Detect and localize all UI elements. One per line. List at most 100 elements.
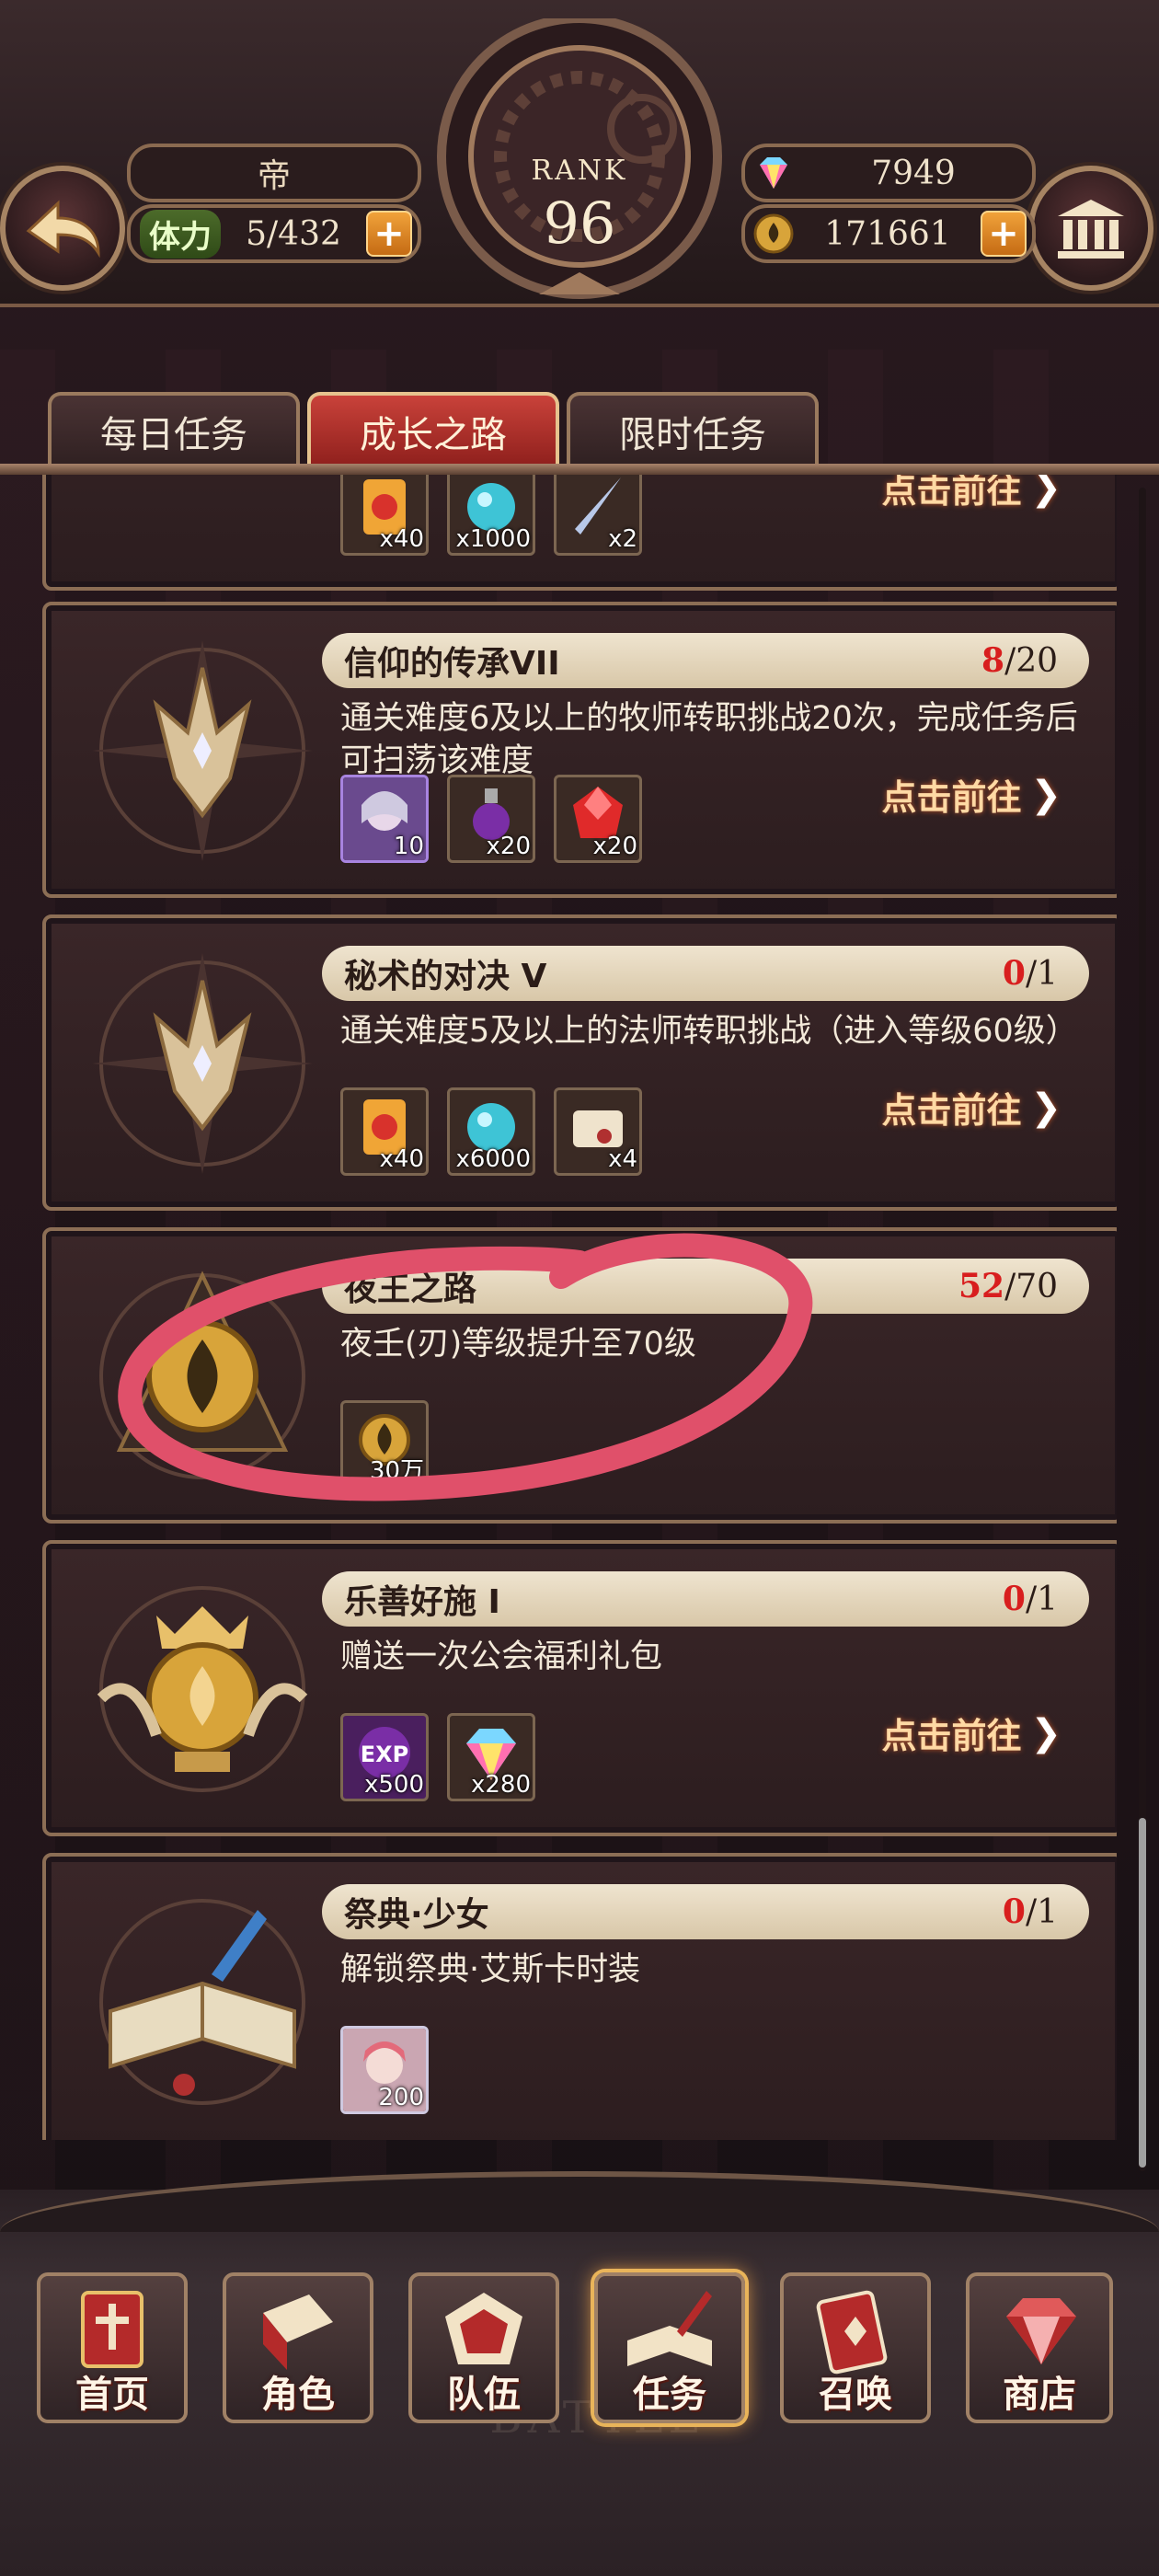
nav-home-button[interactable]: 首页 xyxy=(37,2272,188,2423)
reward-item[interactable]: 200 xyxy=(340,2026,429,2114)
task-list[interactable]: x40 x1000 x2 点击前往 ❯ 信仰的传承VII 8/20 通关难度6及以… xyxy=(42,475,1117,2140)
task-description: 赠送一次公会福利礼包 xyxy=(340,1639,663,1675)
progress-total: /70 xyxy=(1004,1268,1058,1305)
character-card-icon xyxy=(263,2294,333,2370)
reward-item[interactable]: x20 xyxy=(447,775,535,863)
exp-badge-text: EXP xyxy=(361,1742,409,1767)
task-progress: 0/1 xyxy=(1003,1580,1058,1618)
trident-emblem-icon xyxy=(92,640,313,861)
add-gold-button[interactable]: + xyxy=(981,211,1027,257)
banner-cross-icon xyxy=(81,2291,143,2368)
goto-button[interactable]: 点击前往 ❯ xyxy=(881,1708,1061,1758)
nav-label: 召唤 xyxy=(819,2374,892,2416)
reward-row: x40 x1000 x2 xyxy=(340,475,642,558)
reward-item[interactable]: x40 xyxy=(340,475,429,556)
reward-qty: x40 xyxy=(379,1145,424,1173)
rank-label: RANK xyxy=(531,155,628,187)
tab-label: 限时任务 xyxy=(619,414,766,456)
nav-team-button[interactable]: 队伍 xyxy=(408,2272,559,2423)
reward-row: EXP x500 x280 xyxy=(340,1713,535,1803)
progress-current: 0 xyxy=(1002,1580,1026,1618)
add-stamina-button[interactable]: + xyxy=(366,211,412,257)
goto-button[interactable]: 点击前往 ❯ xyxy=(881,475,1061,512)
reward-item[interactable]: x280 xyxy=(447,1713,535,1801)
reward-qty: x40 xyxy=(379,525,424,553)
task-title: 信仰的传承VII xyxy=(344,645,560,683)
task-title: 祭典·少女 xyxy=(344,1896,489,1934)
chevron-right-icon: ❯ xyxy=(1030,1711,1061,1754)
nav-character-button[interactable]: 角色 xyxy=(223,2272,373,2423)
nav-shop-button[interactable]: 商店 xyxy=(966,2272,1113,2423)
player-name-field: 帝 xyxy=(127,144,421,202)
task-card: 秘术的对决 V 0/1 通关难度5及以上的法师转职挑战（进入等级60级） x40… xyxy=(42,914,1117,1211)
reward-item[interactable]: x20 xyxy=(554,775,642,863)
nav-label: 队伍 xyxy=(447,2374,521,2416)
task-title: 夜王之路 xyxy=(344,1271,477,1308)
goto-label: 点击前往 xyxy=(881,777,1022,818)
tab-limited-tasks[interactable]: 限时任务 xyxy=(567,392,819,467)
reward-item[interactable]: x2 xyxy=(554,475,642,556)
task-card: 乐善好施 I 0/1 赠送一次公会福利礼包 EXP x500 x280 点击前往… xyxy=(42,1540,1117,1836)
reward-qty: 10 xyxy=(393,833,424,860)
stamina-label: 体力 xyxy=(140,209,221,259)
bank-button[interactable] xyxy=(1028,166,1153,291)
back-button[interactable] xyxy=(0,166,125,291)
tab-label: 成长之路 xyxy=(360,414,507,456)
reward-qty: x6000 xyxy=(455,1145,531,1173)
quill-book-icon xyxy=(627,2291,712,2366)
goto-button[interactable]: 点击前往 ❯ xyxy=(881,1082,1061,1133)
open-book-emblem-icon xyxy=(99,1899,305,2105)
reward-item[interactable]: x4 xyxy=(554,1087,642,1176)
reward-row: x40 x6000 x4 xyxy=(340,1087,642,1178)
progress-current: 0 xyxy=(1002,954,1026,993)
task-progress: 52/70 xyxy=(958,1267,1058,1305)
reward-item[interactable]: 10 xyxy=(340,775,429,863)
goto-label: 点击前往 xyxy=(881,1090,1022,1131)
golden-orb-emblem-icon xyxy=(99,1271,305,1479)
progress-current: 52 xyxy=(958,1267,1005,1305)
task-description: 解锁祭典·艾斯卡时装 xyxy=(340,1951,641,1988)
bank-icon xyxy=(1058,200,1124,259)
reward-row: 30万 xyxy=(340,1400,429,1490)
trident-emblem-icon xyxy=(92,953,313,1174)
goto-label: 点击前往 xyxy=(881,1716,1022,1756)
tab-daily-tasks[interactable]: 每日任务 xyxy=(48,392,300,467)
nav-label: 商店 xyxy=(1003,2374,1076,2416)
task-title-bar: 信仰的传承VII 8/20 xyxy=(322,633,1089,688)
task-title-bar: 乐善好施 I 0/1 xyxy=(322,1571,1089,1627)
progress-current: 0 xyxy=(1002,1892,1026,1931)
nav-label: 首页 xyxy=(75,2374,149,2416)
reward-item[interactable]: x40 xyxy=(340,1087,429,1176)
gold-coin-icon xyxy=(753,213,794,254)
task-progress: 8/20 xyxy=(981,641,1058,680)
nav-summon-button[interactable]: 召唤 xyxy=(780,2272,931,2423)
reward-qty: x2 xyxy=(608,525,637,553)
task-card: x40 x1000 x2 点击前往 ❯ xyxy=(42,475,1117,591)
task-title: 秘术的对决 V xyxy=(344,958,547,995)
reward-row: 200 xyxy=(340,2026,429,2116)
nav-tasks-button[interactable]: 任务 xyxy=(594,2272,745,2423)
back-arrow-icon xyxy=(26,200,100,259)
reward-item[interactable]: 30万 xyxy=(340,1400,429,1489)
rank-medallion: RANK 96 xyxy=(429,14,730,304)
reward-qty: 30万 xyxy=(369,1457,424,1485)
reward-qty: x4 xyxy=(608,1145,637,1173)
progress-total: /1 xyxy=(1025,1893,1058,1931)
reward-item[interactable]: x1000 xyxy=(447,475,535,556)
goto-button[interactable]: 点击前往 ❯ xyxy=(881,769,1061,820)
reward-item[interactable]: x6000 xyxy=(447,1087,535,1176)
gem-icon xyxy=(760,157,787,189)
progress-total: /1 xyxy=(1025,955,1058,993)
task-title-bar: 秘术的对决 V 0/1 xyxy=(322,946,1089,1001)
summon-card-icon xyxy=(816,2290,888,2375)
stamina-field: 体力 5/432 + xyxy=(127,204,421,263)
gold-field: 171661 + xyxy=(741,204,1036,263)
reward-qty: 200 xyxy=(378,2084,424,2111)
tab-growth-path[interactable]: 成长之路 xyxy=(307,392,559,467)
chevron-right-icon: ❯ xyxy=(1030,1086,1061,1129)
chevron-right-icon: ❯ xyxy=(1030,475,1061,509)
reward-item[interactable]: EXP x500 xyxy=(340,1713,429,1801)
stamina-value: 5/432 xyxy=(246,214,341,253)
reward-qty: x500 xyxy=(363,1771,424,1799)
scrollbar-thumb[interactable] xyxy=(1139,1818,1146,2168)
